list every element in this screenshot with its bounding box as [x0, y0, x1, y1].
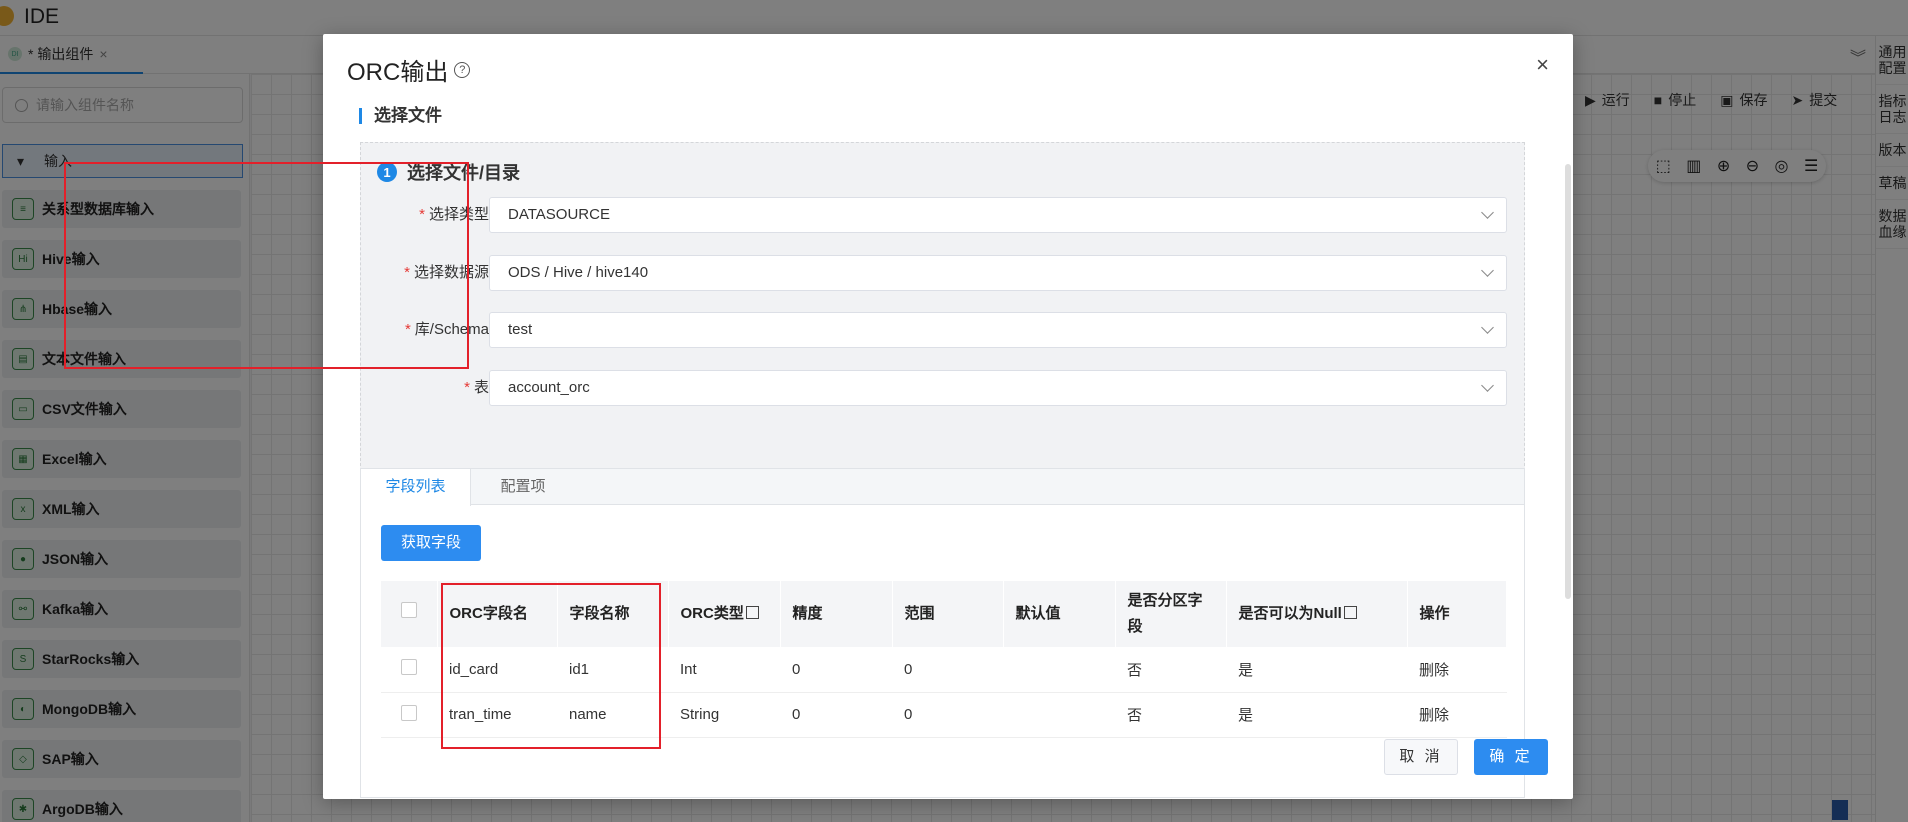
chevron-down-icon: [1481, 379, 1494, 392]
cell-partition: 否: [1115, 647, 1226, 693]
section-title: 选择文件: [359, 107, 442, 124]
tabs-header: 字段列表 配置项: [361, 469, 1524, 506]
cell-partition: 否: [1115, 692, 1226, 738]
field-label: * 表: [464, 379, 489, 396]
field-select-type: * 选择类型 DATASOURCE: [361, 197, 1526, 233]
fetch-fields-button[interactable]: 获取字段: [381, 525, 481, 561]
cell-nullable: 是: [1226, 647, 1407, 693]
cell-range: 0: [892, 692, 1003, 738]
row-checkbox[interactable]: [401, 704, 417, 721]
row-checkbox[interactable]: [401, 659, 417, 676]
table-dropdown[interactable]: account_orc: [489, 370, 1507, 406]
delete-link[interactable]: 删除: [1407, 692, 1507, 738]
batch-edit-icon[interactable]: [1343, 606, 1357, 619]
select-all-cell: [381, 581, 438, 647]
highlight-box-columns: [441, 583, 661, 749]
select-all-checkbox[interactable]: [400, 602, 417, 618]
cell-orc-type: String: [668, 692, 780, 738]
cell-precision: 0: [780, 647, 892, 693]
help-icon[interactable]: ?: [454, 61, 471, 78]
dialog-scrollbar[interactable]: [1565, 164, 1571, 599]
header-range: 范围: [892, 581, 1004, 647]
chevron-down-icon: [1481, 206, 1494, 219]
chevron-down-icon: [1481, 321, 1494, 334]
header-partition: 是否分区字段: [1115, 581, 1227, 647]
select-type-dropdown[interactable]: DATASOURCE: [489, 197, 1507, 233]
field-schema: * 库/Schema test: [361, 312, 1526, 348]
datasource-dropdown[interactable]: ODS / Hive / hive140: [489, 255, 1507, 291]
header-nullable: 是否可以为Null: [1226, 581, 1408, 647]
field-datasource: * 选择数据源 ODS / Hive / hive140: [361, 255, 1526, 291]
header-orc-type: ORC类型: [668, 581, 781, 647]
file-select-panel: 1 选择文件/目录 * 选择类型 DATASOURCE * 选择数据源 ODS / …: [360, 142, 1525, 476]
delete-link[interactable]: 删除: [1407, 647, 1507, 693]
field-table: * 表 account_orc: [361, 370, 1526, 406]
highlight-box-fields: [64, 162, 469, 369]
dialog-title: ORC输出 ?: [347, 52, 471, 87]
cell-precision: 0: [780, 692, 892, 738]
cell-range: 0: [892, 647, 1003, 693]
batch-edit-icon[interactable]: [745, 606, 759, 619]
cancel-button[interactable]: 取 消: [1384, 739, 1458, 775]
cell-default: [1003, 647, 1115, 693]
header-default: 默认值: [1003, 581, 1116, 647]
tab-config[interactable]: 配置项: [473, 469, 573, 505]
tab-field-list[interactable]: 字段列表: [361, 469, 471, 506]
chevron-down-icon: [1481, 264, 1494, 277]
cell-default: [1003, 692, 1115, 738]
cell-nullable: 是: [1226, 692, 1407, 738]
schema-dropdown[interactable]: test: [489, 312, 1507, 348]
cell-orc-type: Int: [668, 647, 780, 693]
confirm-button[interactable]: 确 定: [1474, 739, 1548, 775]
header-precision: 精度: [780, 581, 893, 647]
close-icon[interactable]: ×: [1536, 52, 1549, 78]
header-action: 操作: [1407, 581, 1507, 647]
